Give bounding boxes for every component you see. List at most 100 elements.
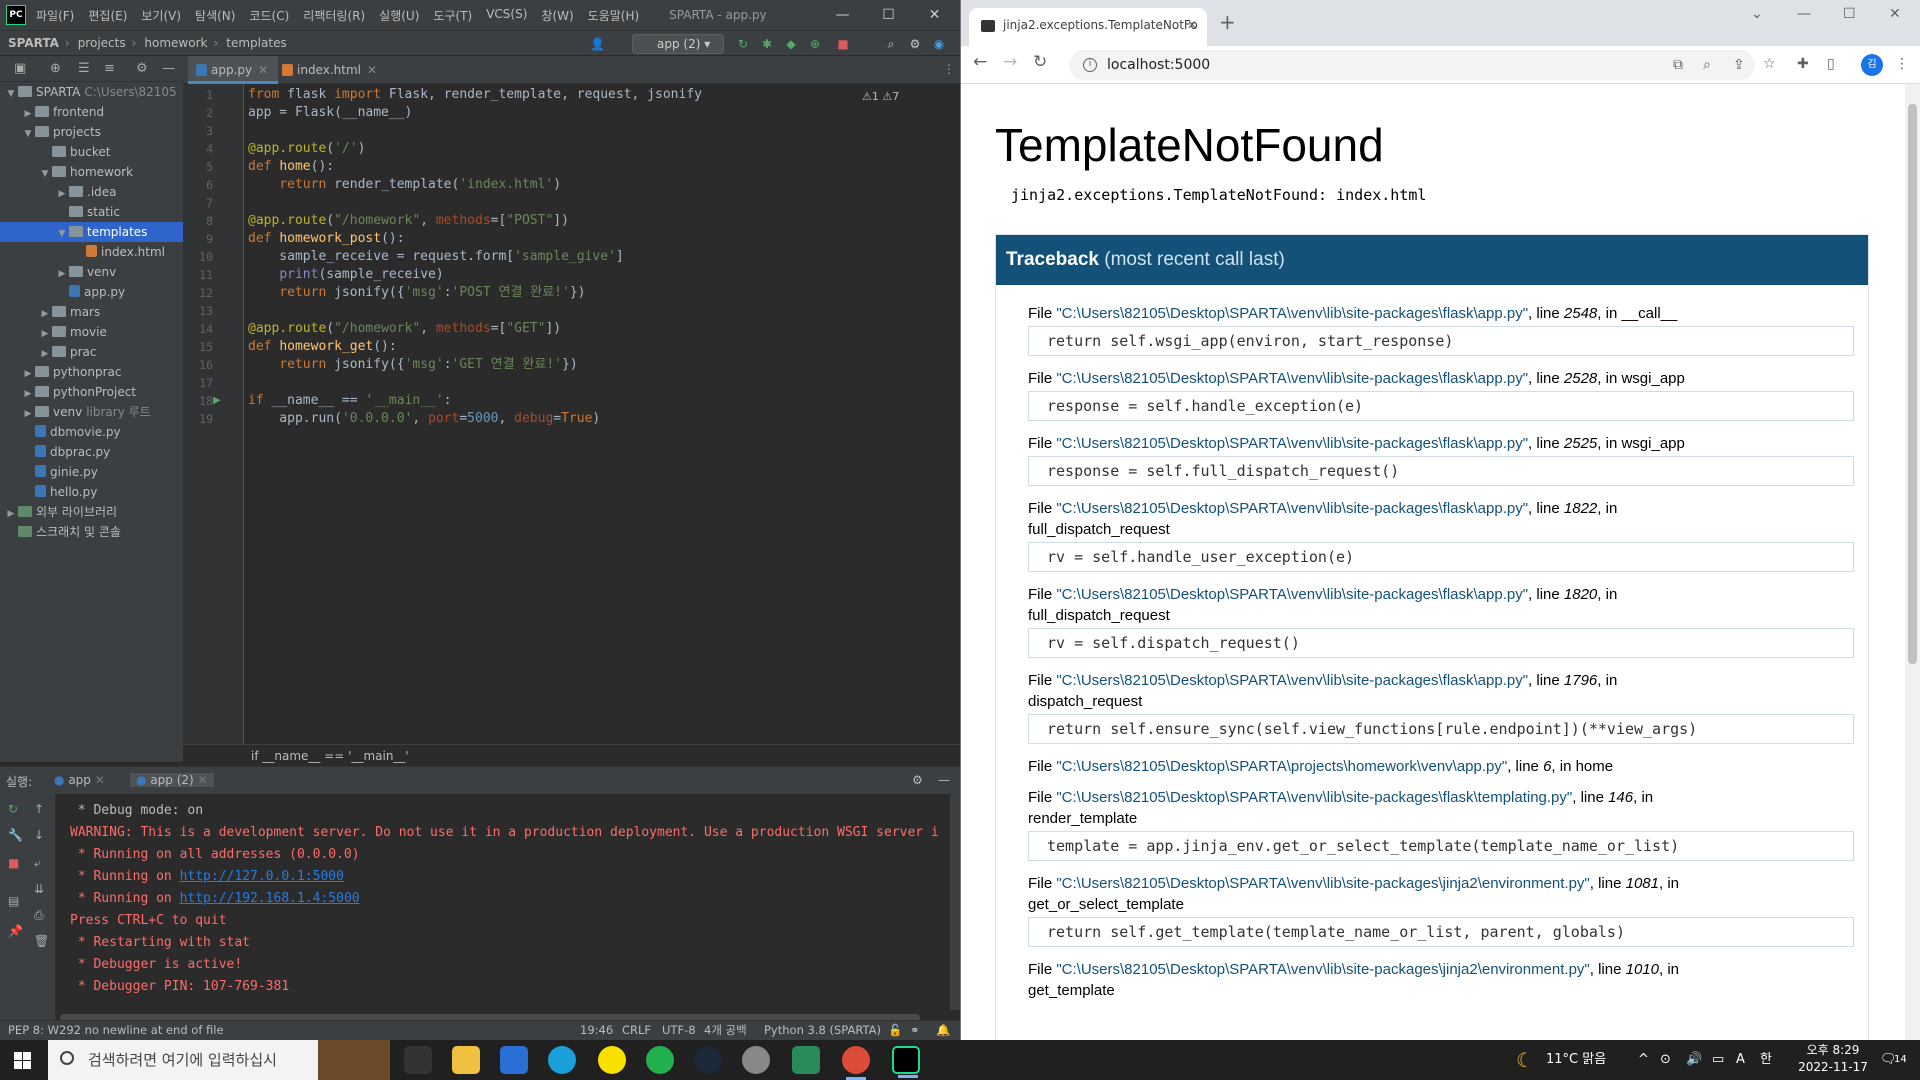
frame-code[interactable]: rv = self.handle_user_exception(e)	[1028, 542, 1854, 572]
minimize-icon[interactable]: —	[1797, 6, 1811, 22]
tree-item[interactable]: ▶ mars	[0, 302, 183, 322]
display-icon[interactable]: ▭	[1712, 1040, 1724, 1080]
maximize-icon[interactable]: ☐	[1843, 6, 1856, 22]
code-line[interactable]: app.run('0.0.0.0', port=5000, debug=True…	[248, 410, 600, 428]
traceback-frame[interactable]: File "C:\Users\82105\Desktop\SPARTA\venv…	[1028, 368, 1854, 421]
weather-text[interactable]: 11°C 맑음	[1546, 1040, 1606, 1080]
forward-icon[interactable]: →	[1003, 52, 1017, 72]
translate-icon[interactable]: ⧉	[1673, 50, 1683, 80]
menu-item[interactable]: 실행(U)	[379, 7, 419, 24]
chevron-right-icon[interactable]: ▶	[38, 344, 52, 364]
console-link[interactable]: http://127.0.0.1:5000	[180, 869, 344, 884]
close-tab-icon[interactable]: ✕	[1187, 8, 1197, 42]
layout-icon[interactable]: ▤	[8, 894, 19, 908]
more-tabs-icon[interactable]: ⋮	[943, 62, 955, 76]
tree-item[interactable]: app.py	[0, 282, 183, 302]
pin-icon[interactable]: 📌	[8, 924, 23, 938]
traceback-header[interactable]: Traceback (most recent call last)	[996, 235, 1868, 285]
tree-item[interactable]: ▼ templates	[0, 222, 183, 242]
close-icon[interactable]: ✕	[1889, 6, 1901, 22]
caret-position[interactable]: 19:46	[580, 1021, 613, 1040]
rerun-icon[interactable]: ↻	[8, 802, 18, 816]
close-tab-icon[interactable]: ✕	[258, 63, 268, 77]
frame-code[interactable]: rv = self.dispatch_request()	[1028, 628, 1854, 658]
collapse-all-icon[interactable]: ≡	[104, 61, 115, 76]
gear-icon[interactable]: ⚙	[136, 61, 148, 76]
code-line[interactable]: @app.route("/homework", methods=["POST"]…	[248, 212, 569, 230]
pycharm-icon[interactable]	[892, 1046, 920, 1078]
console-link[interactable]: http://192.168.1.4:5000	[180, 891, 360, 906]
close-tab-icon[interactable]: ✕	[198, 773, 208, 787]
tab-index-html[interactable]: index.html ✕	[274, 56, 387, 84]
jetbrains-icon[interactable]: ◉	[932, 37, 946, 51]
traceback-frame[interactable]: File "C:\Users\82105\Desktop\SPARTA\venv…	[1028, 433, 1854, 486]
file-encoding[interactable]: UTF-8	[662, 1021, 696, 1040]
run-config-dropdown[interactable]: app (2) ▾	[632, 34, 724, 54]
bell-icon[interactable]: 🔔	[936, 1021, 950, 1040]
weather-icon[interactable]: ☾	[1516, 1040, 1534, 1080]
tab-app-py[interactable]: app.py ✕	[188, 56, 279, 84]
run-console[interactable]: * Debug mode: on WARNING: This is a devel…	[56, 794, 950, 1010]
search-highlight-icon[interactable]	[318, 1040, 390, 1080]
reload-icon[interactable]: ↻	[1033, 52, 1047, 72]
chevron-right-icon[interactable]: ▶	[21, 404, 35, 424]
stop-icon[interactable]: ■	[836, 37, 850, 51]
zoom-icon[interactable]: ⌕	[1703, 50, 1711, 80]
volume-icon[interactable]: 🔊	[1686, 1040, 1702, 1080]
tree-item[interactable]: ▼ homework	[0, 162, 183, 182]
tree-item[interactable]: dbmovie.py	[0, 422, 183, 442]
tray-chevron-icon[interactable]: ^	[1638, 1040, 1649, 1080]
chevron-right-icon[interactable]: ▶	[21, 104, 35, 124]
code-line[interactable]: print(sample_receive)	[248, 266, 443, 284]
task-view-icon[interactable]	[404, 1046, 432, 1074]
project-view-icon[interactable]: ▣	[14, 61, 26, 76]
print-icon[interactable]: ⎙	[34, 908, 44, 923]
bookmark-star-icon[interactable]: ☆	[1763, 56, 1776, 72]
chevron-right-icon[interactable]: ▶	[38, 304, 52, 324]
arrow-down-icon[interactable]: ↓	[34, 828, 44, 842]
menu-item[interactable]: 편집(E)	[88, 7, 127, 24]
back-icon[interactable]: ←	[973, 52, 987, 72]
code-line[interactable]: sample_receive = request.form['sample_gi…	[248, 248, 623, 266]
stop-icon[interactable]: ■	[8, 856, 19, 870]
tree-item[interactable]: index.html	[0, 242, 183, 262]
scroll-to-end-icon[interactable]: ⇊	[34, 882, 44, 896]
hide-icon[interactable]: —	[938, 773, 950, 787]
run-tab-app-2[interactable]: ● app (2) ✕	[130, 773, 214, 787]
traceback-frame[interactable]: File "C:\Users\82105\Desktop\SPARTA\venv…	[1028, 670, 1854, 744]
breadcrumb-templates[interactable]: templates	[226, 36, 286, 50]
new-tab-icon[interactable]: +	[1219, 10, 1236, 34]
vim-icon[interactable]	[792, 1046, 820, 1074]
menu-item[interactable]: 창(W)	[541, 7, 573, 24]
menu-item[interactable]: 도움말(H)	[588, 7, 640, 24]
address-bar[interactable]: i localhost:5000 ⧉ ⌕ ⇪	[1069, 50, 1755, 80]
windows-start-icon[interactable]	[14, 1052, 31, 1069]
share-icon[interactable]: ⇪	[1733, 50, 1745, 80]
kakaotalk-icon[interactable]	[598, 1046, 626, 1074]
maximize-icon[interactable]: ☐	[866, 0, 911, 30]
tree-item[interactable]: ▶ frontend	[0, 102, 183, 122]
sidepanel-icon[interactable]: ▯	[1827, 56, 1835, 72]
rerun-icon[interactable]: ↻	[736, 37, 750, 51]
profile-icon[interactable]: ⊕	[808, 37, 822, 51]
tree-item[interactable]: ▶ movie	[0, 322, 183, 342]
edge-icon[interactable]	[548, 1046, 576, 1074]
traceback-frame[interactable]: File "C:\Users\82105\Desktop\SPARTA\proj…	[1028, 756, 1854, 777]
tree-item[interactable]: ▶ venv library 루트	[0, 402, 183, 422]
code-breadcrumb[interactable]: if __name__ == '__main__'	[183, 744, 960, 766]
wrench-icon[interactable]: 🔧	[8, 828, 23, 842]
traceback-frame[interactable]: File "C:\Users\82105\Desktop\SPARTA\venv…	[1028, 873, 1854, 947]
breadcrumb-projects[interactable]: projects	[78, 36, 126, 50]
tree-item[interactable]: ▶ 외부 라이브러리	[0, 502, 183, 522]
tree-item[interactable]: ▶ prac	[0, 342, 183, 362]
coverage-icon[interactable]: ◆	[784, 37, 798, 51]
code-line[interactable]: def homework_post():	[248, 230, 405, 248]
network-icon[interactable]: ⊙	[1660, 1040, 1671, 1080]
breadcrumb-sparta[interactable]: SPARTA	[8, 36, 59, 50]
traceback-frame[interactable]: File "C:\Users\82105\Desktop\SPARTA\venv…	[1028, 498, 1854, 572]
frame-code[interactable]: return self.wsgi_app(environ, start_resp…	[1028, 326, 1854, 356]
tree-item[interactable]: ▶ pythonprac	[0, 362, 183, 382]
run-tab-app[interactable]: ● app ✕	[54, 773, 105, 787]
extensions-icon[interactable]: ✚	[1797, 56, 1809, 72]
menu-item[interactable]: 리팩터링(R)	[303, 7, 365, 24]
